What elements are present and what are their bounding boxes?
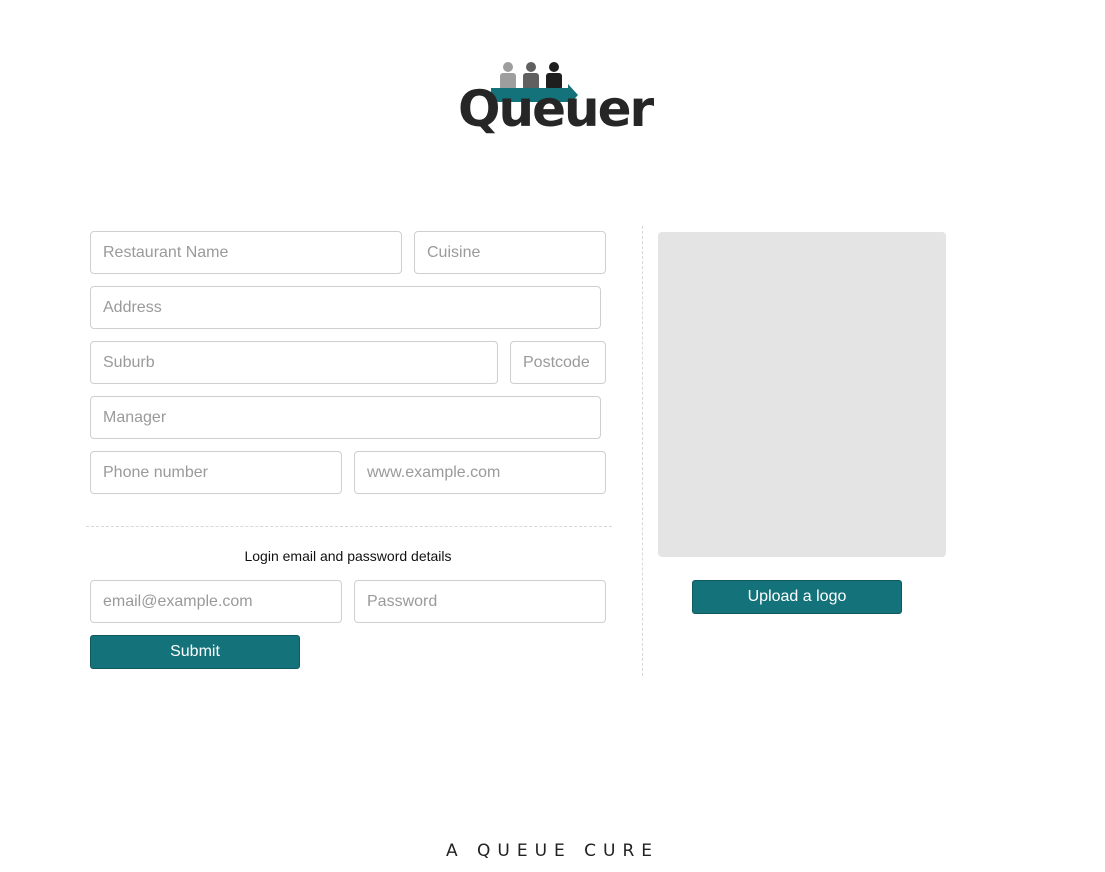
brand-wordmark: Queuer xyxy=(458,80,654,138)
logo-preview-area xyxy=(658,232,946,557)
column-divider xyxy=(642,226,643,676)
address-input[interactable] xyxy=(90,286,601,329)
login-section-label: Login email and password details xyxy=(244,548,452,564)
cuisine-input[interactable] xyxy=(414,231,606,274)
queuer-logo: Queuer xyxy=(458,60,658,150)
page: Queuer Login email and password details … xyxy=(0,0,1105,872)
restaurant-name-input[interactable] xyxy=(90,231,402,274)
tagline: A QUEUE CURE xyxy=(445,841,660,861)
postcode-input[interactable] xyxy=(510,341,606,384)
phone-number-input[interactable] xyxy=(90,451,342,494)
website-input[interactable] xyxy=(354,451,606,494)
password-input[interactable] xyxy=(354,580,606,623)
email-input[interactable] xyxy=(90,580,342,623)
submit-button[interactable]: Submit xyxy=(90,635,300,669)
section-divider xyxy=(86,526,612,527)
suburb-input[interactable] xyxy=(90,341,498,384)
upload-logo-button[interactable]: Upload a logo xyxy=(692,580,902,614)
manager-input[interactable] xyxy=(90,396,601,439)
